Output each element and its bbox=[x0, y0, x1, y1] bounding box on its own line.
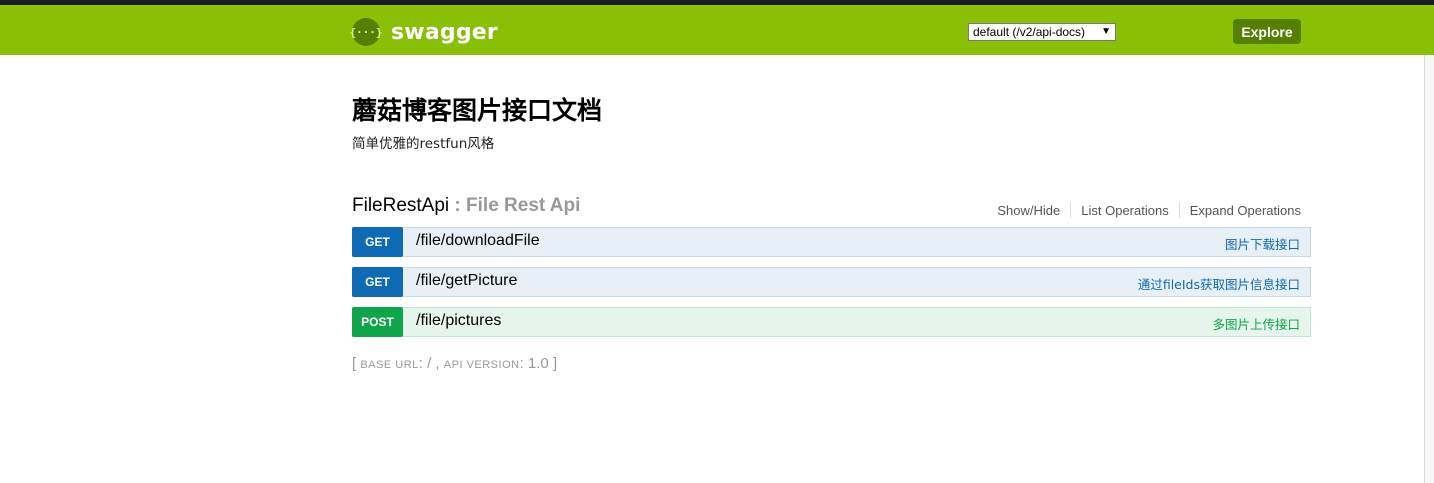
scrollbar-track[interactable] bbox=[1424, 55, 1434, 483]
base-url-value: : / , bbox=[418, 355, 444, 372]
list-operations-link[interactable]: List Operations bbox=[1071, 203, 1178, 218]
show-hide-link[interactable]: Show/Hide bbox=[987, 203, 1070, 218]
swagger-logo-icon: {···} bbox=[349, 18, 383, 46]
resource-name[interactable]: FileRestApi bbox=[352, 195, 449, 216]
operation-get-picture[interactable]: GET /file/getPicture 通过fileIds获取图片信息接口 bbox=[352, 267, 1311, 297]
method-badge-get[interactable]: GET bbox=[352, 267, 403, 297]
operation-download-file[interactable]: GET /file/downloadFile 图片下载接口 bbox=[352, 227, 1311, 257]
method-badge-get[interactable]: GET bbox=[352, 227, 403, 257]
operation-summary[interactable]: 通过fileIds获取图片信息接口 bbox=[1138, 274, 1300, 293]
operation-path[interactable]: /file/getPicture bbox=[416, 272, 517, 290]
api-version-value: : 1.0 bbox=[519, 355, 553, 372]
dropdown-arrow-icon: ▼ bbox=[1101, 26, 1111, 37]
resource-description: File Rest Api bbox=[466, 195, 581, 216]
operation-summary[interactable]: 多图片上传接口 bbox=[1212, 314, 1300, 333]
spec-select-value: default (/v2/api-docs) bbox=[973, 25, 1086, 39]
page-description: 简单优雅的restfun风格 bbox=[352, 136, 495, 152]
operation-path[interactable]: /file/pictures bbox=[416, 312, 501, 330]
close-bracket: ] bbox=[552, 355, 558, 372]
spec-select[interactable]: default (/v2/api-docs) ▼ bbox=[968, 23, 1116, 41]
operation-summary[interactable]: 图片下载接口 bbox=[1225, 234, 1300, 253]
method-badge-post[interactable]: POST bbox=[352, 307, 403, 337]
resource-heading[interactable]: FileRestApi : File Rest Api bbox=[352, 195, 580, 217]
page-title: 蘑菇博客图片接口文档 bbox=[352, 96, 603, 125]
resource-separator: : bbox=[449, 195, 467, 216]
api-footer-info: [ BASE URL: / , API VERSION: 1.0 ] bbox=[352, 355, 557, 372]
brand-name: swagger bbox=[391, 19, 498, 45]
explore-button[interactable]: Explore bbox=[1233, 19, 1301, 44]
base-url-label: BASE URL bbox=[360, 359, 419, 371]
api-version-label: API VERSION bbox=[443, 359, 520, 371]
resource-operation-links: Show/Hide List Operations Expand Operati… bbox=[987, 202, 1301, 218]
brand-link[interactable]: {···} swagger bbox=[349, 17, 498, 47]
operation-path[interactable]: /file/downloadFile bbox=[416, 232, 540, 250]
expand-operations-link[interactable]: Expand Operations bbox=[1180, 203, 1301, 218]
swagger-header: {···} swagger default (/v2/api-docs) ▼ E… bbox=[0, 5, 1434, 55]
operation-pictures[interactable]: POST /file/pictures 多图片上传接口 bbox=[352, 307, 1311, 337]
